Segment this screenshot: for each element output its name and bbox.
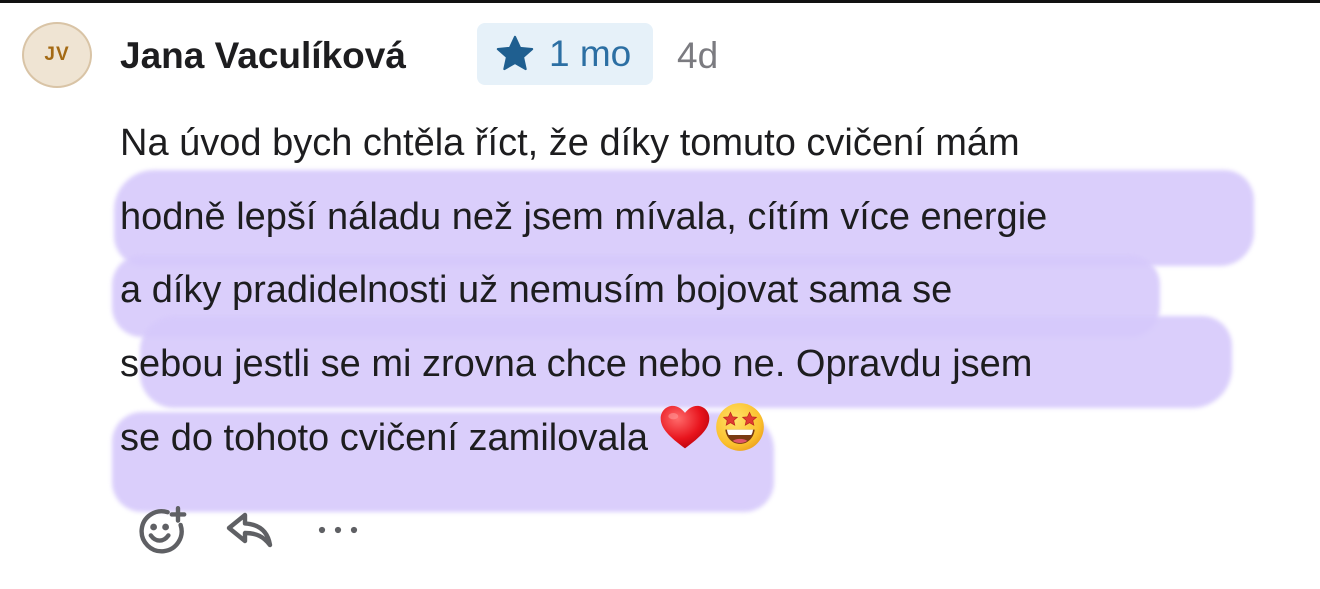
- reply-button[interactable]: [222, 505, 278, 559]
- badge-label: 1 mo: [549, 33, 632, 74]
- membership-badge: 1 mo: [477, 23, 653, 85]
- comment-line: Na úvod bych chtěla říct, že díky tomuto…: [120, 122, 1020, 164]
- avatar[interactable]: JV: [22, 22, 92, 88]
- timestamp[interactable]: 4d: [677, 30, 718, 82]
- comment-line: hodně lepší náladu než jsem mívala, cítí…: [120, 195, 1048, 238]
- comment-body: Na úvod bych chtěla říct, že díky tomuto…: [120, 107, 1270, 479]
- comment-line-text: se do tohoto cvičení zamilovala: [120, 416, 649, 459]
- star-icon: [493, 33, 537, 75]
- author-name[interactable]: Jana Vaculíková: [120, 30, 406, 82]
- reply-icon: [224, 508, 276, 557]
- red-heart-emoji: [658, 402, 712, 478]
- comment-actions: [134, 505, 366, 559]
- add-reaction-button[interactable]: [134, 505, 190, 559]
- top-border: [0, 0, 1320, 3]
- more-icon: [315, 523, 361, 541]
- comment-line: a díky pradidelnosti už nemusím bojovat …: [120, 269, 953, 311]
- add-reaction-icon: [136, 505, 188, 560]
- avatar-initials: JV: [44, 44, 70, 65]
- star-struck-emoji: [714, 401, 766, 479]
- comment-line-last: se do tohoto cvičení zamilovala: [120, 401, 1270, 479]
- more-options-button[interactable]: [310, 505, 366, 559]
- comment-line: sebou jestli se mi zrovna chce nebo ne. …: [120, 342, 1033, 385]
